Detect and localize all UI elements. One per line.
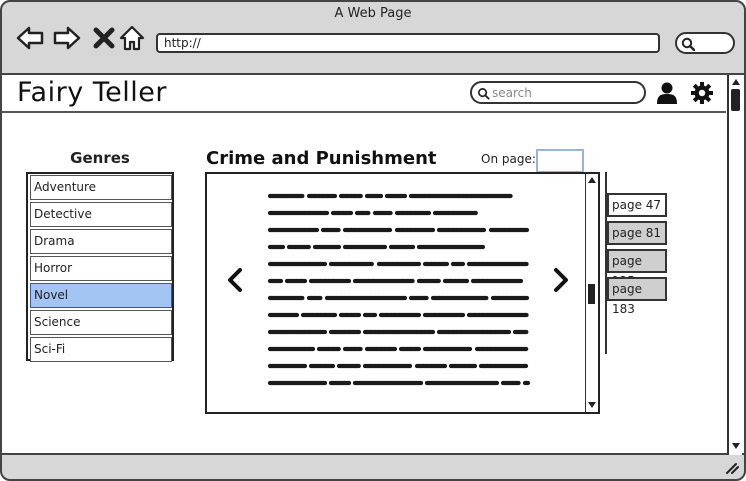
page-scrollbar[interactable] (727, 75, 742, 455)
scroll-up-icon[interactable] (587, 175, 597, 185)
chevron-right-icon[interactable] (549, 267, 573, 293)
page-viewport: Fairy Teller search Genres Adventure Det… (2, 73, 744, 455)
bookmark-tab[interactable]: page 125 (607, 249, 667, 288)
search-icon (681, 37, 695, 51)
genre-item-science[interactable]: Science (30, 310, 172, 335)
search-icon (478, 88, 490, 100)
genre-list: Adventure Detective Drama Horror Novel S… (26, 172, 174, 362)
book-reader (205, 172, 600, 414)
app-title: Fairy Teller (17, 77, 167, 108)
book-title: Crime and Punishment (206, 148, 437, 169)
scroll-down-icon[interactable] (587, 400, 597, 410)
close-icon[interactable] (92, 24, 120, 52)
browser-window: A Web Page http:// Fairy Teller search G… (0, 0, 746, 481)
reader-scrollbar[interactable] (585, 174, 598, 412)
browser-search-field[interactable] (675, 32, 735, 54)
site-search-field[interactable] (470, 81, 646, 104)
header-divider (2, 111, 726, 113)
page-scroll-thumb[interactable] (731, 89, 740, 111)
genre-item-horror[interactable]: Horror (30, 256, 172, 281)
scroll-down-icon[interactable] (731, 441, 741, 451)
bookmark-tab[interactable]: page 47 (607, 193, 667, 217)
page-number-input[interactable] (536, 149, 584, 173)
text-placeholder (267, 193, 532, 386)
url-bar[interactable]: http:// (156, 33, 660, 53)
genre-item-novel[interactable]: Novel (30, 283, 172, 308)
genres-heading: Genres (70, 149, 130, 167)
genre-item-sci-fi[interactable]: Sci-Fi (30, 337, 172, 362)
resize-grip-icon[interactable] (722, 460, 740, 474)
reader-scroll-thumb[interactable] (588, 284, 595, 304)
user-icon[interactable] (656, 81, 678, 109)
genre-item-adventure[interactable]: Adventure (30, 175, 172, 200)
home-icon[interactable] (118, 24, 146, 52)
window-title: A Web Page (334, 6, 412, 21)
bookmark-tab[interactable]: page 183 (607, 277, 667, 316)
genre-item-drama[interactable]: Drama (30, 229, 172, 254)
forward-arrow-icon[interactable] (53, 24, 81, 52)
gear-icon[interactable] (690, 81, 714, 109)
on-page-label: On page: (481, 152, 536, 166)
genre-item-detective[interactable]: Detective (30, 202, 172, 227)
scroll-up-icon[interactable] (731, 77, 741, 87)
back-arrow-icon[interactable] (16, 24, 44, 52)
chevron-left-icon[interactable] (223, 267, 247, 293)
bookmark-tab[interactable]: page 81 (607, 221, 667, 245)
search-input[interactable] (492, 84, 640, 101)
